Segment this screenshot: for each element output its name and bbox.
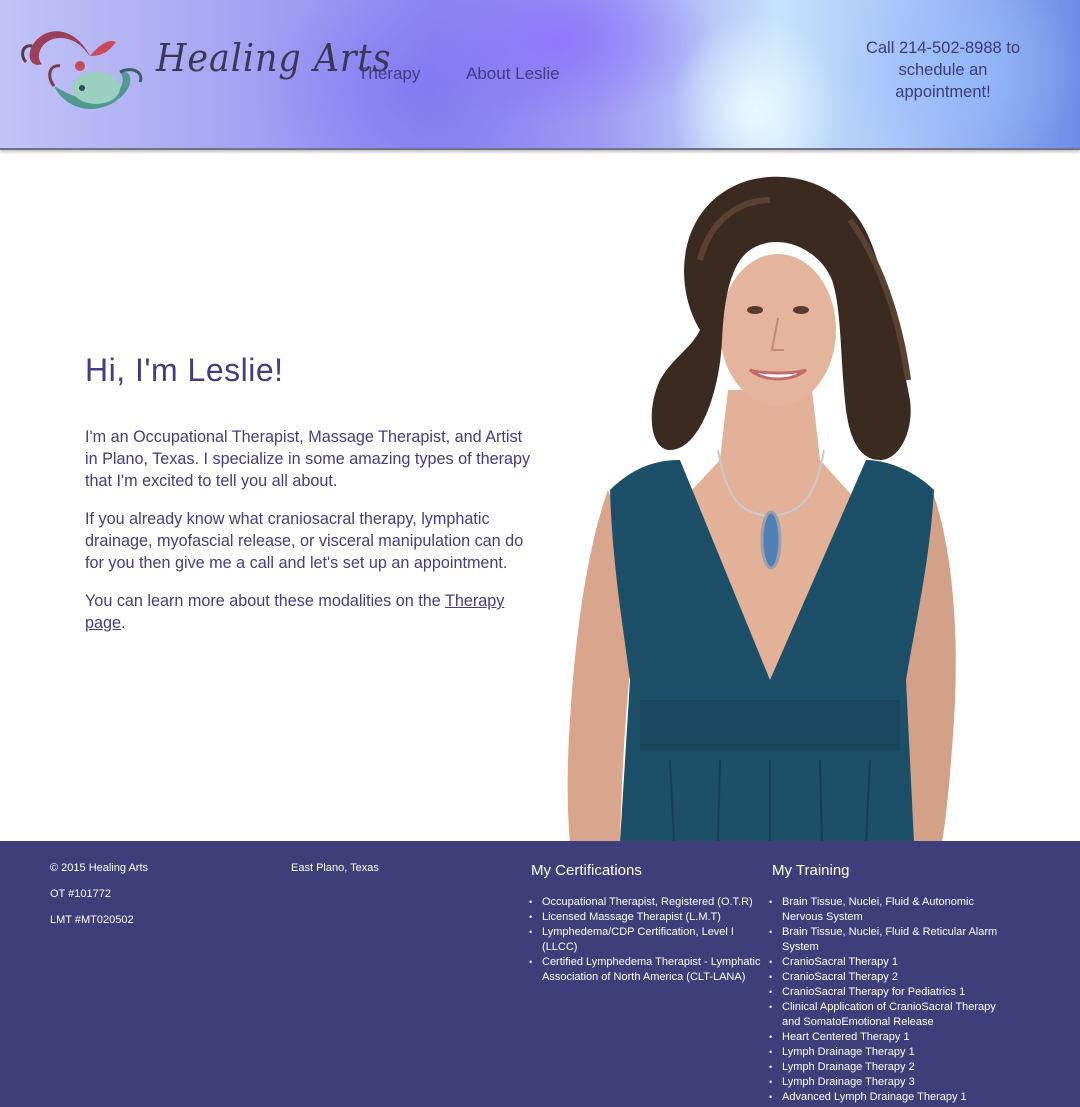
footer-location: East Plano, Texas bbox=[291, 862, 379, 874]
training-item: Brain Tissue, Nuclei, Fluid & Autonomic … bbox=[769, 895, 1017, 925]
para3-text-before: You can learn more about these modalitie… bbox=[85, 592, 445, 610]
footer-info-column: © 2015 Healing Arts OT #101772 LMT #MT02… bbox=[50, 862, 148, 940]
certifications-list: Occupational Therapist, Registered (O.T.… bbox=[529, 895, 762, 985]
leslie-portrait-photo bbox=[550, 160, 990, 842]
training-item: CranioSacral Therapy 2 bbox=[769, 970, 1017, 985]
training-item: Lymph Drainage Therapy 1 bbox=[769, 1045, 1017, 1060]
site-logo-wordmark[interactable]: Healing Arts bbox=[156, 36, 391, 80]
intro-paragraph-1: I'm an Occupational Therapist, Massage T… bbox=[85, 428, 531, 490]
certifications-heading: My Certifications bbox=[531, 862, 642, 879]
certification-item: Certified Lymphedema Therapist - Lymphat… bbox=[529, 955, 762, 985]
site-header: Healing Arts Therapy About Leslie Call 2… bbox=[0, 0, 1080, 150]
intro-paragraph-2: If you already know what craniosacral th… bbox=[85, 510, 524, 572]
training-item: Advanced Lymph Drainage Therapy 1 bbox=[769, 1090, 1017, 1105]
certification-item: Licensed Massage Therapist (L.M.T) bbox=[529, 910, 762, 925]
intro-text-block: I'm an Occupational Therapist, Massage T… bbox=[85, 426, 535, 650]
call-to-schedule-text: Call 214-502-8988 to schedule an appoint… bbox=[865, 39, 1021, 101]
training-heading: My Training bbox=[772, 862, 850, 879]
nav-therapy-link[interactable]: Therapy bbox=[358, 64, 420, 84]
training-item: CranioSacral Therapy 1 bbox=[769, 955, 1017, 970]
training-list: Brain Tissue, Nuclei, Fluid & Autonomic … bbox=[769, 895, 1017, 1105]
site-footer: © 2015 Healing Arts OT #101772 LMT #MT02… bbox=[0, 841, 1080, 1107]
intro-paragraph-3: You can learn more about these modalitie… bbox=[85, 590, 535, 634]
koi-fish-logo-icon[interactable] bbox=[20, 16, 146, 120]
training-item: Lymph Drainage Therapy 3 bbox=[769, 1075, 1017, 1090]
training-item: Heart Centered Therapy 1 bbox=[769, 1030, 1017, 1045]
certification-item: Occupational Therapist, Registered (O.T.… bbox=[529, 895, 762, 910]
certification-item: Lymphedema/CDP Certification, Level I (L… bbox=[529, 925, 762, 955]
footer-ot-license: OT #101772 bbox=[50, 888, 111, 900]
training-item: Clinical Application of CranioSacral The… bbox=[769, 1000, 1017, 1030]
footer-copyright: © 2015 Healing Arts bbox=[50, 862, 148, 874]
nav-about-leslie-link[interactable]: About Leslie bbox=[466, 64, 560, 84]
training-item: CranioSacral Therapy for Pediatrics 1 bbox=[769, 985, 1017, 1000]
footer-lmt-license: LMT #MT020502 bbox=[50, 914, 134, 926]
training-item: Lymph Drainage Therapy 2 bbox=[769, 1060, 1017, 1075]
page-heading: Hi, I'm Leslie! bbox=[85, 352, 284, 388]
training-item: Brain Tissue, Nuclei, Fluid & Reticular … bbox=[769, 925, 1017, 955]
para3-text-after: . bbox=[121, 614, 126, 632]
